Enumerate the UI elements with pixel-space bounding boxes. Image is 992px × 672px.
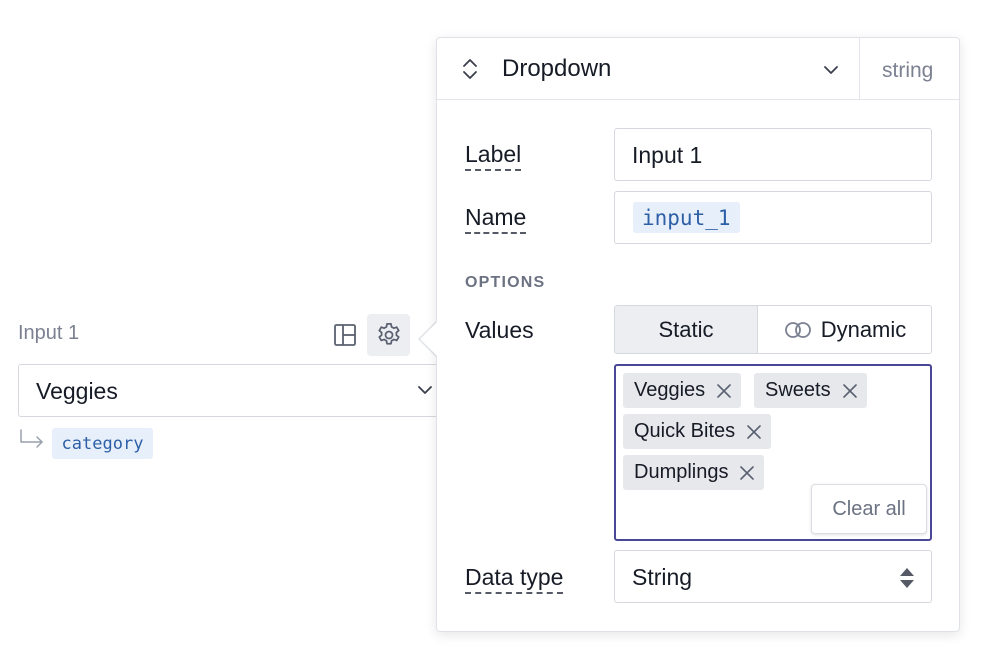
tag-label: Quick Bites — [634, 420, 736, 442]
data-type-label: Data type — [465, 564, 564, 594]
category-select[interactable]: Veggies — [18, 364, 458, 417]
layout-panel-button[interactable] — [328, 316, 362, 354]
tag-label: Dumplings — [634, 461, 729, 483]
close-icon[interactable] — [738, 464, 756, 482]
tag-quick-bites: Quick Bites — [623, 414, 772, 449]
return-arrow-icon — [20, 429, 43, 448]
values-tag-input[interactable]: Veggies Sweets Quick Bites Dumplings Cle… — [614, 364, 932, 541]
select-value: Veggies — [36, 378, 118, 404]
label-input-value: Input 1 — [632, 142, 703, 168]
popover-caret-fill — [420, 321, 438, 357]
static-mode-label: Static — [658, 316, 714, 342]
data-type-badge: string — [882, 59, 934, 82]
input-label: Input 1 — [18, 322, 80, 344]
tag-label: Veggies — [634, 379, 706, 401]
layout-panel-icon — [334, 324, 356, 346]
tag-dumplings: Dumplings — [623, 455, 765, 490]
chevron-down-icon — [418, 386, 432, 394]
input-type-title: Dropdown — [502, 55, 612, 82]
tag-sweets: Sweets — [754, 373, 867, 408]
name-field-label: Name — [465, 204, 527, 234]
settings-button[interactable] — [367, 314, 410, 356]
dynamic-mode-label: Dynamic — [820, 316, 907, 342]
values-mode-toggle: Static Dynamic — [614, 305, 932, 354]
close-icon[interactable] — [745, 423, 763, 441]
chevron-down-icon — [824, 66, 838, 74]
link-icon — [783, 319, 813, 341]
tag-veggies: Veggies — [623, 373, 742, 408]
header-divider — [859, 38, 860, 100]
values-label: Values — [465, 317, 534, 343]
static-mode-button[interactable]: Static — [615, 306, 758, 353]
sort-updown-icon — [463, 59, 477, 79]
variable-name-chip: category — [52, 428, 153, 459]
dynamic-mode-button[interactable]: Dynamic — [758, 306, 931, 353]
label-input[interactable]: Input 1 — [614, 128, 932, 181]
input-settings-popover: Dropdown string Label Input 1 Name input… — [436, 37, 960, 632]
name-input[interactable]: input_1 — [614, 191, 932, 244]
name-input-value: input_1 — [633, 202, 740, 233]
data-type-value: String — [632, 564, 693, 590]
options-heading: OPTIONS — [465, 274, 546, 291]
input-type-selector[interactable]: Dropdown string — [437, 38, 959, 100]
label-field-label: Label — [465, 141, 522, 171]
close-icon[interactable] — [715, 382, 733, 400]
gear-icon — [377, 323, 400, 345]
clear-all-button[interactable]: Clear all — [811, 484, 927, 534]
close-icon[interactable] — [841, 382, 859, 400]
tag-label: Sweets — [765, 379, 831, 401]
select-arrows-icon — [900, 568, 914, 588]
data-type-select[interactable]: String — [614, 550, 932, 603]
